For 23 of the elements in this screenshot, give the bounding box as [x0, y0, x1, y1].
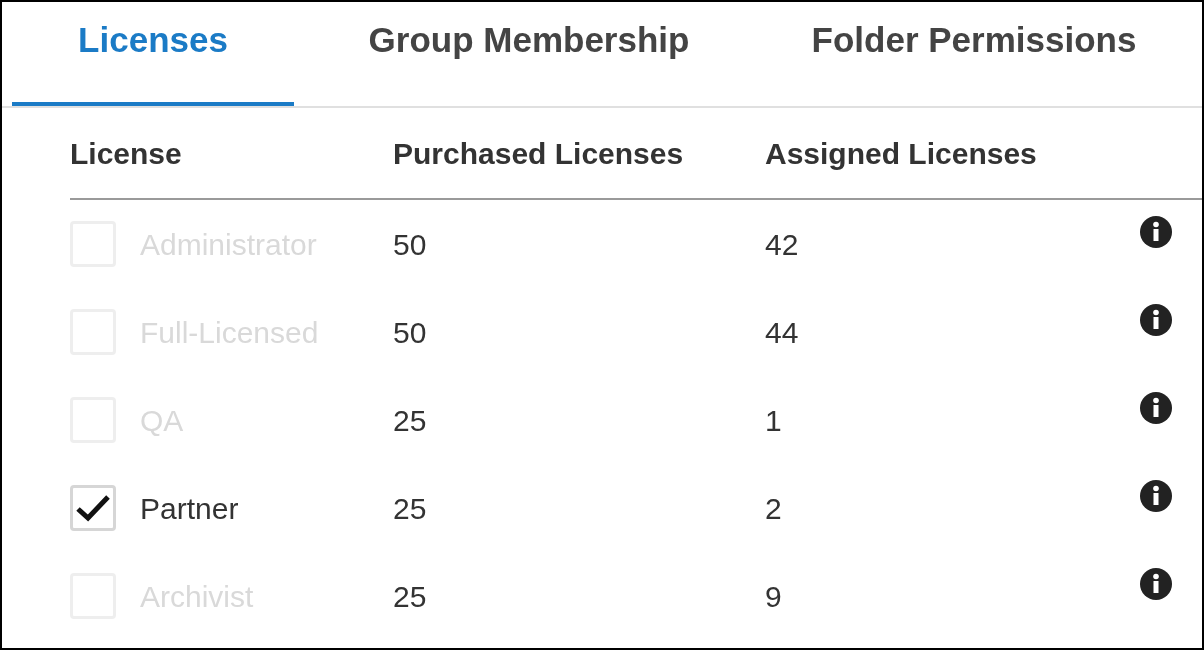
table-cell-text: 25 — [393, 578, 428, 615]
table-cell-text: 9 — [765, 578, 783, 615]
license-name: Partner — [140, 490, 239, 527]
column-header: Purchased Licenses — [393, 135, 685, 172]
info-icon[interactable] — [1139, 567, 1173, 601]
table-cell-text: 42 — [765, 226, 800, 263]
table-cell-text: 50 — [393, 314, 428, 351]
column-header: License — [70, 135, 183, 172]
info-icon[interactable] — [1139, 391, 1173, 425]
column-header: Assigned Licenses — [765, 135, 1037, 172]
tab[interactable]: Licenses — [12, 2, 294, 106]
table-cell-text: 44 — [765, 314, 800, 351]
info-icon[interactable] — [1139, 215, 1173, 249]
info-icon[interactable] — [1139, 303, 1173, 337]
info-icon[interactable] — [1139, 479, 1173, 513]
table-cell-text: 2 — [765, 490, 783, 527]
tab[interactable]: Folder Permissions — [764, 2, 1184, 106]
tab[interactable]: Group Membership — [294, 2, 764, 106]
table-cell-text: 25 — [393, 490, 428, 527]
checkbox[interactable] — [70, 485, 116, 531]
table-cell-text: 50 — [393, 226, 428, 263]
table-cell-text: 25 — [393, 402, 428, 439]
table-cell-text: 1 — [765, 402, 783, 439]
